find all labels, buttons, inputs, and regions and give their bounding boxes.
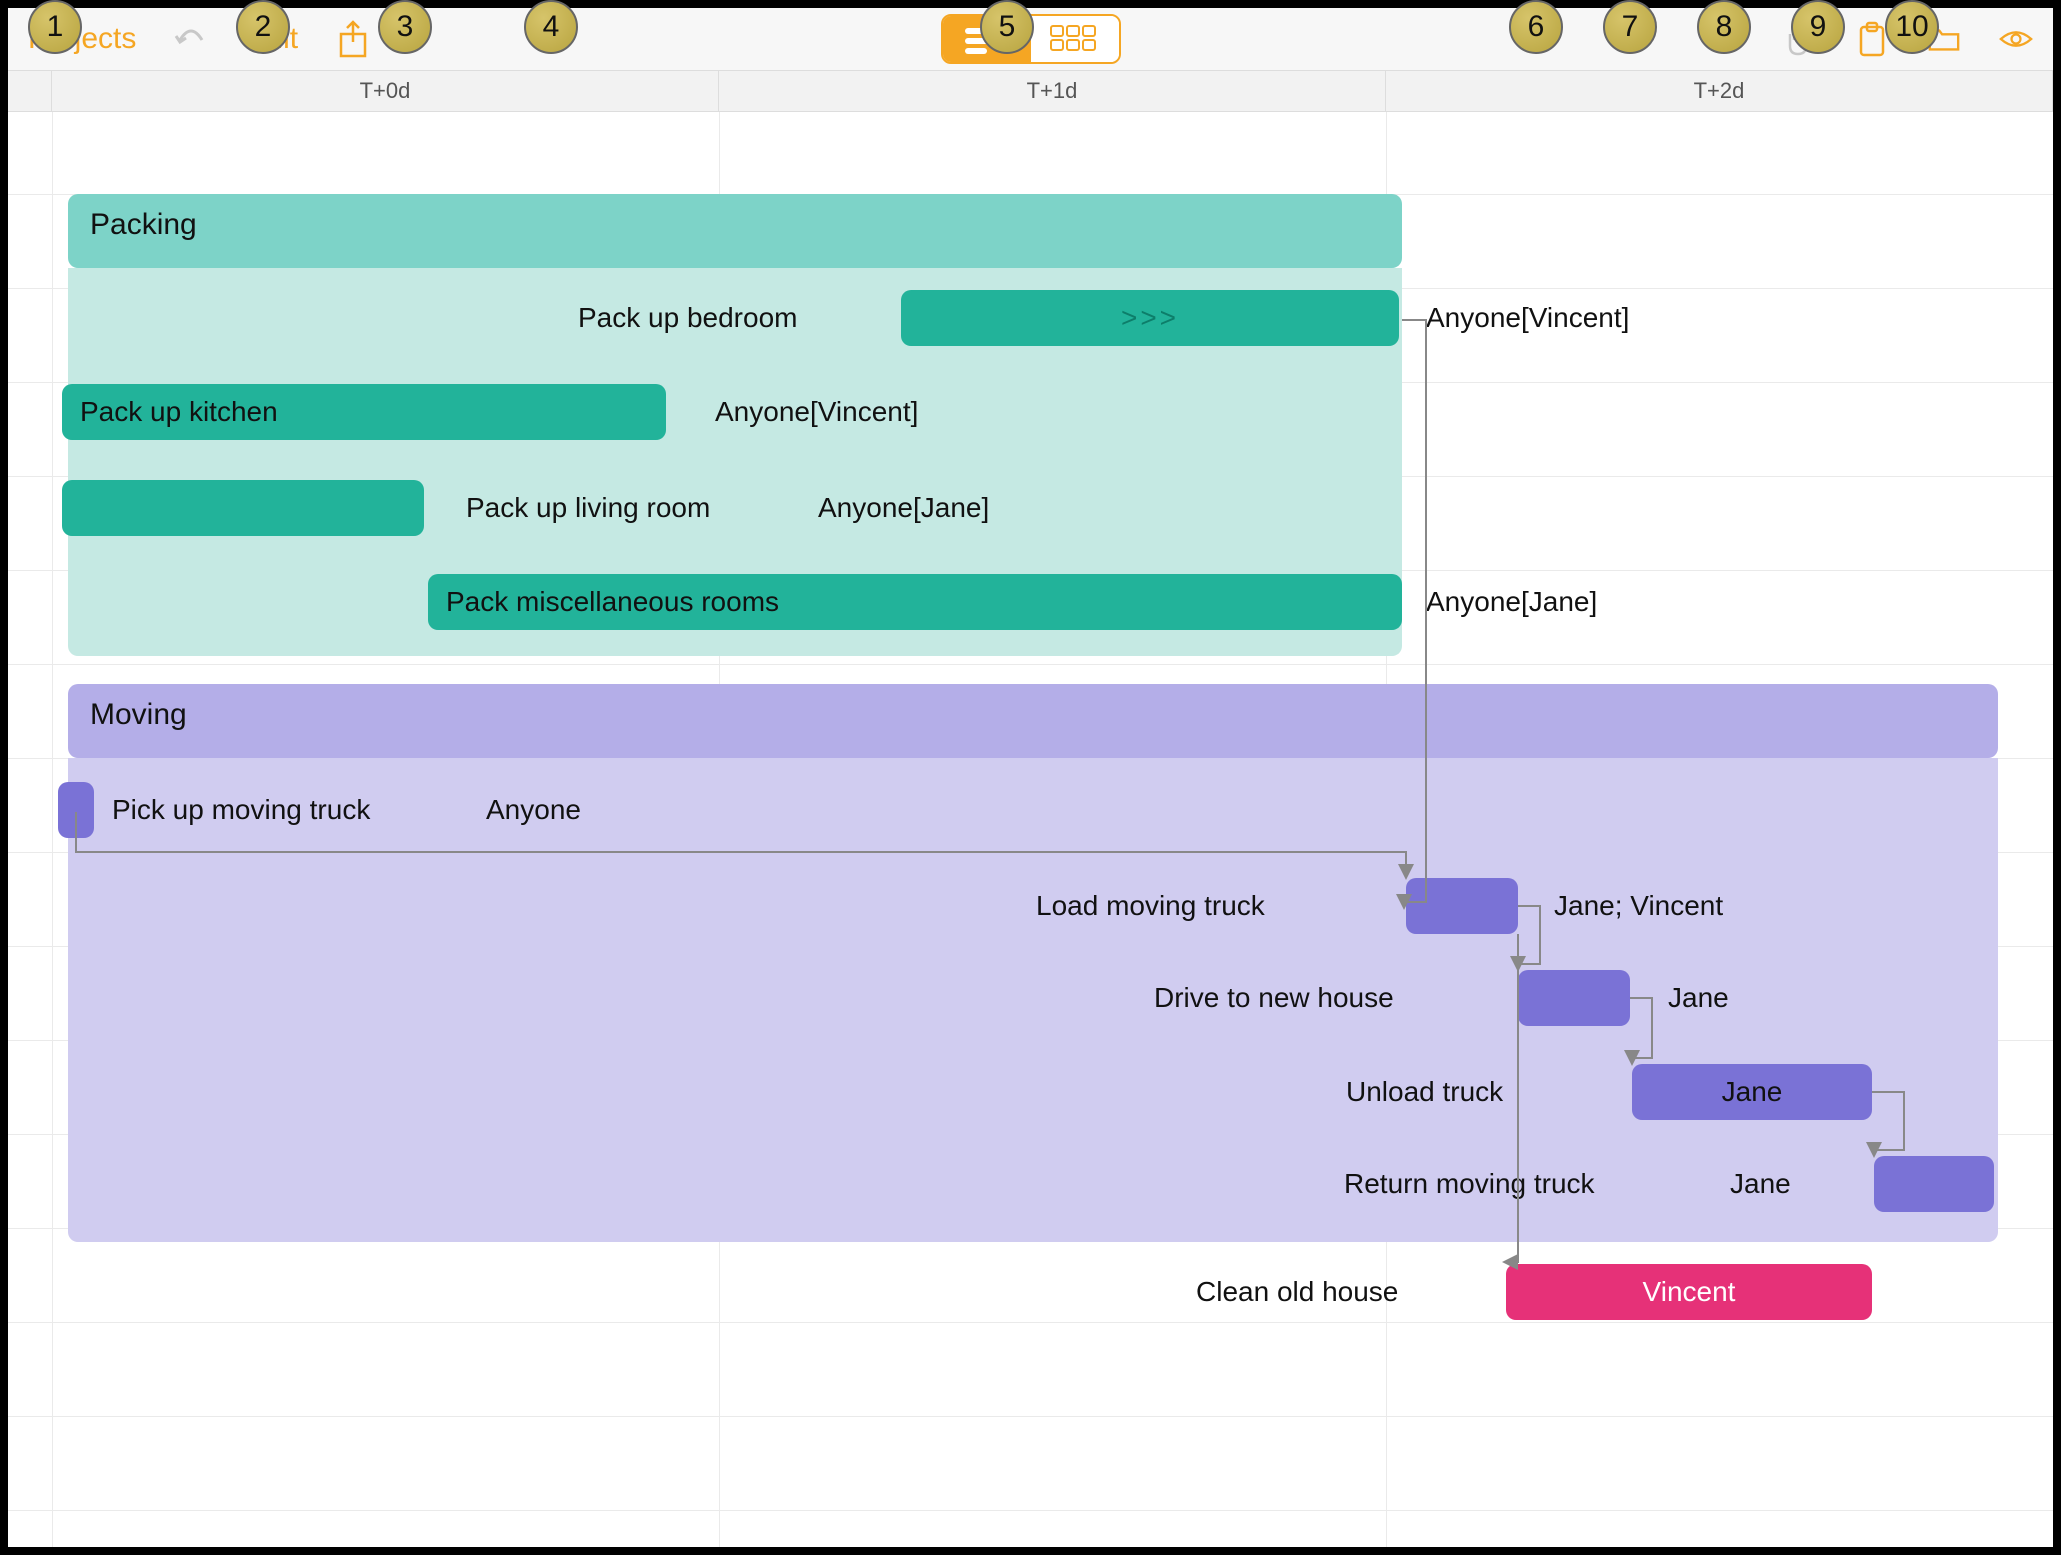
task-label: Unload truck	[1346, 1064, 1503, 1120]
view-toggle[interactable]	[941, 14, 1121, 64]
task-bar[interactable]: Vincent	[1506, 1264, 1872, 1320]
edit-button[interactable]: Edit	[246, 22, 298, 56]
task-bar[interactable]: >>>	[901, 290, 1399, 346]
task-assignee: Anyone[Vincent]	[715, 384, 918, 440]
task-label: Pack up living room	[466, 480, 710, 536]
projects-button[interactable]: Projects	[28, 22, 136, 56]
task-assignee: Anyone	[486, 782, 581, 838]
add-icon[interactable]	[1711, 22, 1745, 56]
timescale-day: T+2d	[1386, 71, 2053, 111]
task-assignee: Anyone[Vincent]	[1426, 290, 1629, 346]
task-assignee: Jane	[1668, 970, 1729, 1026]
task-bar[interactable]	[1406, 878, 1518, 934]
app-screen: Projects Edit	[8, 8, 2053, 1547]
undo-icon[interactable]	[174, 22, 208, 56]
group-header-moving[interactable]: Moving	[68, 684, 1998, 758]
task-label: Clean old house	[1196, 1264, 1398, 1320]
group-header-packing[interactable]: Packing	[68, 194, 1402, 268]
view-toggle-grid[interactable]	[1031, 16, 1119, 62]
timescale-day: T+1d	[719, 71, 1386, 111]
task-bar[interactable]	[1518, 970, 1630, 1026]
folder-icon[interactable]	[1927, 22, 1961, 56]
attachment-icon[interactable]	[1783, 22, 1817, 56]
eye-icon[interactable]	[1999, 22, 2033, 56]
share-icon[interactable]	[336, 22, 370, 56]
task-bar[interactable]	[1874, 1156, 1994, 1212]
task-label: Pack up bedroom	[578, 290, 797, 346]
task-label: Pick up moving truck	[112, 782, 370, 838]
clipboard-icon[interactable]	[1855, 22, 1889, 56]
task-bar[interactable]: Pack miscellaneous rooms	[428, 574, 1402, 630]
task-assignee: Anyone[Jane]	[818, 480, 989, 536]
task-assignee: Jane	[1730, 1156, 1791, 1212]
task-assignee: Anyone[Jane]	[1426, 574, 1597, 630]
timescale-day: T+0d	[52, 71, 719, 111]
task-bar[interactable]: Jane	[1632, 1064, 1872, 1120]
task-bar[interactable]	[58, 782, 94, 838]
toolbar: Projects Edit	[8, 8, 2053, 70]
timescale-header: T+0d T+1d T+2d	[8, 70, 2053, 112]
task-bar[interactable]	[62, 480, 424, 536]
view-toggle-gantt[interactable]	[943, 16, 1031, 62]
task-label: Drive to new house	[1154, 970, 1394, 1026]
task-assignee: Jane; Vincent	[1554, 878, 1723, 934]
task-bar[interactable]: Pack up kitchen	[62, 384, 666, 440]
task-label: Load moving truck	[1036, 878, 1265, 934]
task-label: Return moving truck	[1344, 1156, 1595, 1212]
gantt-chart-area[interactable]: Packing >>> Pack up bedroom Anyone[Vincent]…	[8, 112, 2053, 1547]
